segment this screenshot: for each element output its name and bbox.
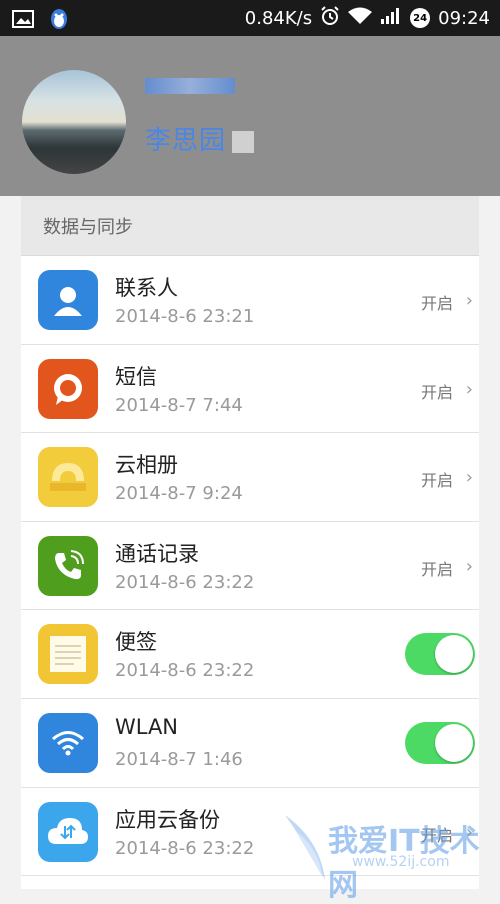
status-bar: 0.84K/s 24 09:24 — [0, 0, 500, 36]
gallery-notification-icon — [12, 9, 34, 33]
sync-item-title: 通话记录 — [115, 541, 199, 566]
sms-icon — [38, 358, 98, 419]
network-speed: 0.84K/s — [244, 7, 313, 29]
sync-item-title: 便签 — [115, 630, 157, 655]
chevron-right-icon: › — [465, 467, 473, 489]
sync-item-time: 2014-8-7 9:24 — [115, 483, 243, 505]
sync-status: 开启 — [420, 294, 453, 313]
profile-header: ••••• 李思园 — [0, 36, 500, 196]
alarm-icon — [320, 5, 340, 31]
account-blurred-mark — [232, 130, 255, 153]
cell-signal-icon — [380, 7, 402, 30]
sync-toggle[interactable] — [405, 721, 475, 764]
account-name[interactable]: 李思园 — [145, 120, 255, 157]
wifi-signal-icon — [348, 7, 373, 30]
sync-status: 开启 — [420, 382, 453, 402]
sync-status: 开启 — [420, 471, 453, 491]
sync-panel: 数据与同步 联系人 2014-8-6 23:21 开启 › 短信 2014-8-7 7:4… — [21, 196, 479, 889]
sync-item-title: 短信 — [115, 364, 157, 389]
sync-row-3[interactable]: 通话记录 2014-8-6 23:22 开启 › — [21, 522, 479, 611]
sync-row-4[interactable]: 便签 2014-8-6 23:22 — [21, 610, 479, 699]
sync-toggle[interactable] — [405, 633, 475, 676]
sync-item-time: 2014-8-7 7:44 — [115, 394, 243, 416]
battery-level-badge: 24 — [410, 8, 431, 28]
sync-item-title: 应用云备份 — [115, 807, 220, 832]
sync-row-0[interactable]: 联系人 2014-8-6 23:21 开启 › — [21, 256, 479, 345]
watermark: 我爱IT技术网 www.52ij.com — [280, 810, 495, 903]
call-log-icon — [38, 535, 98, 596]
avatar[interactable] — [22, 70, 126, 174]
watermark-sub: www.52ij.com — [352, 854, 450, 870]
sync-item-time: 2014-8-6 23:22 — [115, 571, 255, 593]
toggle-knob — [435, 723, 473, 762]
qq-penguin-icon — [48, 7, 70, 35]
sync-item-time: 2014-8-6 23:22 — [115, 837, 255, 859]
contacts-icon — [38, 270, 98, 330]
sync-item-time: 2014-8-7 1:46 — [115, 748, 243, 770]
clock: 09:24 — [438, 7, 490, 29]
sync-row-5[interactable]: WLAN 2014-8-7 1:46 — [21, 699, 479, 788]
app-backup-icon — [38, 801, 98, 862]
toggle-knob — [435, 635, 473, 674]
sync-status: 开启 — [420, 559, 453, 579]
sync-item-title: WLAN — [115, 714, 179, 739]
sync-item-time: 2014-8-6 23:22 — [115, 660, 255, 682]
notes-icon — [38, 624, 98, 685]
chevron-right-icon: › — [465, 378, 473, 400]
sync-item-title: 云相册 — [115, 453, 178, 478]
wlan-icon — [38, 712, 98, 773]
sync-row-1[interactable]: 短信 2014-8-7 7:44 开启 › — [21, 345, 479, 434]
sync-item-title: 联系人 — [115, 276, 178, 300]
sync-list: 联系人 2014-8-6 23:21 开启 › 短信 2014-8-7 7:44 开启 › 云相… — [21, 256, 479, 877]
cloud-album-icon — [38, 447, 98, 508]
sync-item-time: 2014-8-6 23:21 — [115, 306, 255, 327]
chevron-right-icon: › — [465, 290, 473, 311]
section-title: 数据与同步 — [21, 196, 479, 256]
account-name-text: 李思园 — [145, 126, 227, 156]
chevron-right-icon: › — [465, 555, 473, 577]
username-blurred: ••••• — [145, 78, 235, 94]
sync-row-2[interactable]: 云相册 2014-8-7 9:24 开启 › — [21, 433, 479, 522]
